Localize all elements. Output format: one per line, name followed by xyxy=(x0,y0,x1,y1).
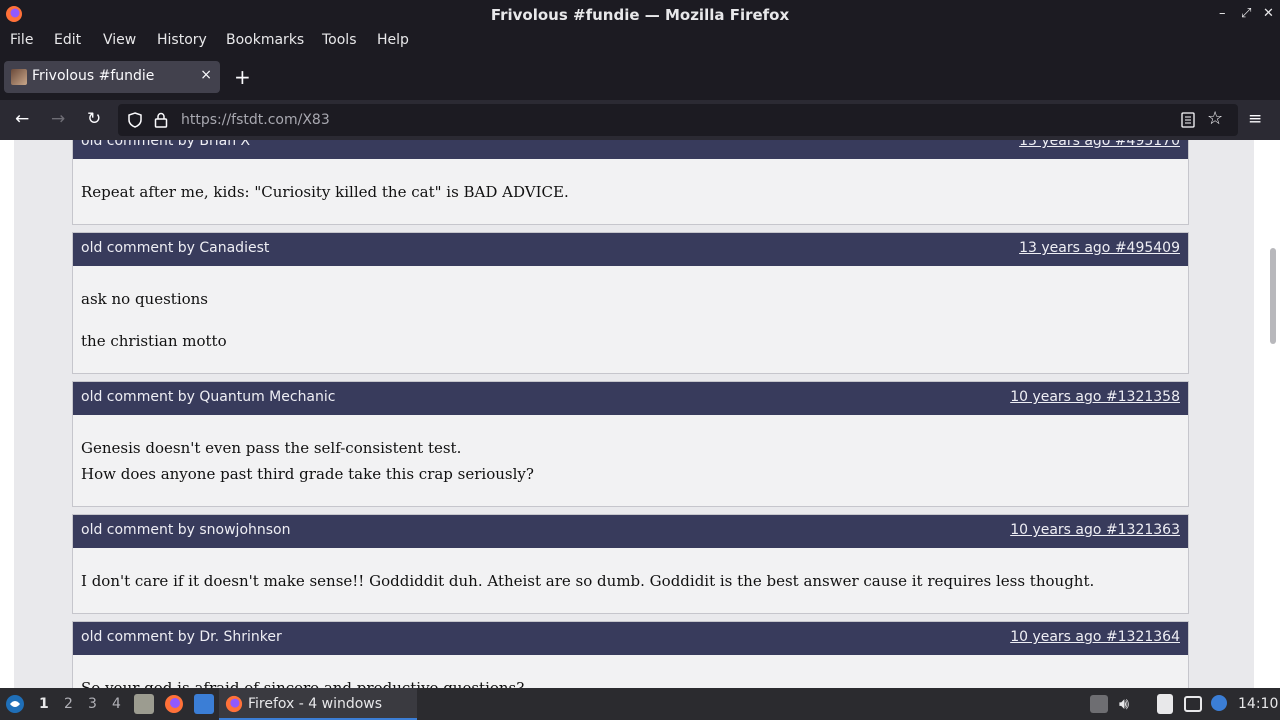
comment-author: old comment by snowjohnson xyxy=(81,522,291,538)
workspace-4[interactable]: 4 xyxy=(112,696,121,712)
comment-author: old comment by Quantum Mechanic xyxy=(81,389,336,405)
notification-icon[interactable] xyxy=(1211,695,1227,711)
clipboard-icon[interactable] xyxy=(1157,694,1173,714)
workspace-1[interactable]: 1 xyxy=(39,696,49,712)
lock-icon[interactable] xyxy=(154,112,168,128)
workspace-3[interactable]: 3 xyxy=(88,696,97,712)
shield-icon[interactable] xyxy=(127,112,143,128)
back-arrow-icon[interactable]: ← xyxy=(15,109,29,129)
menu-edit[interactable]: Edit xyxy=(54,32,81,48)
tray-updates-icon[interactable] xyxy=(1090,695,1108,713)
comment-text: I don't care if it doesn't make sense!! … xyxy=(81,572,1095,590)
comment-author: old comment by Dr. Shrinker xyxy=(81,629,282,645)
site-favicon-icon xyxy=(11,69,27,85)
tab-frivolous-fundie[interactable]: Frivolous #fundie × xyxy=(4,61,220,93)
desktop-taskbar: 1 2 3 4 Firefox - 4 windows 🔊︎ 14:10 xyxy=(0,688,1280,720)
navigation-toolbar: ← → ↻ https://fstdt.com/X83 ☆ ≡ xyxy=(0,100,1280,140)
workspace-2[interactable]: 2 xyxy=(64,696,73,712)
minimize-icon[interactable]: – xyxy=(1219,6,1226,21)
reader-view-icon[interactable] xyxy=(1181,112,1195,128)
new-tab-button[interactable]: + xyxy=(234,65,251,89)
comment-permalink[interactable]: 13 years ago #495409 xyxy=(1019,240,1180,256)
comment-card: old comment by snowjohnson 10 years ago … xyxy=(72,514,1189,614)
comment-author: old comment by Canadiest xyxy=(81,240,270,256)
comment-permalink[interactable]: 10 years ago #1321364 xyxy=(1010,629,1180,645)
comment-text: the christian motto xyxy=(81,332,227,350)
comment-card: old comment by Quantum Mechanic 10 years… xyxy=(72,381,1189,507)
scrollbar-thumb[interactable] xyxy=(1270,248,1276,344)
tab-title: Frivolous #fundie xyxy=(32,68,155,84)
menu-view[interactable]: View xyxy=(103,32,136,48)
comment-header: old comment by Canadiest 13 years ago #4… xyxy=(73,233,1188,266)
bookmark-star-icon[interactable]: ☆ xyxy=(1207,108,1223,129)
address-bar[interactable]: https://fstdt.com/X83 ☆ xyxy=(118,104,1238,136)
window-title: Frivolous #fundie — Mozilla Firefox xyxy=(490,6,790,24)
comment-permalink[interactable]: 10 years ago #1321358 xyxy=(1010,389,1180,405)
comment-text: How does anyone past third grade take th… xyxy=(81,465,534,483)
menu-bookmarks[interactable]: Bookmarks xyxy=(226,32,304,48)
comment-permalink[interactable]: 13 years ago #495170 xyxy=(1019,140,1180,149)
close-tab-icon[interactable]: × xyxy=(200,67,212,83)
comment-header: old comment by Dr. Shrinker 10 years ago… xyxy=(73,622,1188,655)
comment-text: ask no questions xyxy=(81,290,209,308)
maximize-icon[interactable]: ⤢ xyxy=(1241,6,1251,21)
url-host: https://fstdt.com xyxy=(181,112,298,128)
comment-permalink[interactable]: 10 years ago #1321363 xyxy=(1010,522,1180,538)
comment-header: old comment by Brian X 13 years ago #495… xyxy=(73,140,1188,159)
taskbar-window-label: Firefox - 4 windows xyxy=(248,696,383,712)
terminal-icon[interactable] xyxy=(194,694,214,714)
comment-card: old comment by Brian X 13 years ago #495… xyxy=(72,140,1189,225)
forward-arrow-icon[interactable]: → xyxy=(51,109,65,129)
comment-card: old comment by Canadiest 13 years ago #4… xyxy=(72,232,1189,374)
close-window-icon[interactable]: ✕ xyxy=(1263,6,1274,21)
window-titlebar: Frivolous #fundie — Mozilla Firefox – ⤢ … xyxy=(0,0,1280,29)
menu-bar: File Edit View History Bookmarks Tools H… xyxy=(0,29,1280,53)
menu-help[interactable]: Help xyxy=(377,32,409,48)
comment-text: Genesis doesn't even pass the self-consi… xyxy=(81,439,462,457)
comment-header: old comment by snowjohnson 10 years ago … xyxy=(73,515,1188,548)
url-text[interactable]: https://fstdt.com/X83 xyxy=(181,112,330,128)
comment-card: old comment by Dr. Shrinker 10 years ago… xyxy=(72,621,1189,688)
vertical-scrollbar[interactable] xyxy=(1266,140,1280,688)
comment-text: Repeat after me, kids: "Curiosity killed… xyxy=(81,183,569,201)
hamburger-menu-icon[interactable]: ≡ xyxy=(1248,109,1262,129)
comment-header: old comment by Quantum Mechanic 10 years… xyxy=(73,382,1188,415)
reload-icon[interactable]: ↻ xyxy=(87,109,101,129)
comment-author: old comment by Brian X xyxy=(81,140,251,149)
start-menu-icon[interactable] xyxy=(5,694,25,714)
tab-bar: Frivolous #fundie × + xyxy=(0,53,1280,100)
firefox-window-icon xyxy=(225,695,243,713)
menu-history[interactable]: History xyxy=(157,32,207,48)
clock: 14:10 xyxy=(1238,696,1279,712)
firefox-launcher-icon[interactable] xyxy=(164,694,184,714)
url-path: /X83 xyxy=(297,112,330,128)
web-content: old comment by Brian X 13 years ago #495… xyxy=(0,140,1280,688)
display-icon[interactable] xyxy=(1184,696,1202,712)
comment-text: So your god is afraid of sincere and pro… xyxy=(81,679,525,688)
menu-file[interactable]: File xyxy=(10,32,33,48)
file-manager-icon[interactable] xyxy=(134,694,154,714)
volume-icon[interactable]: 🔊︎ xyxy=(1119,694,1129,714)
menu-tools[interactable]: Tools xyxy=(322,32,357,48)
taskbar-window-firefox[interactable]: Firefox - 4 windows xyxy=(219,688,417,720)
